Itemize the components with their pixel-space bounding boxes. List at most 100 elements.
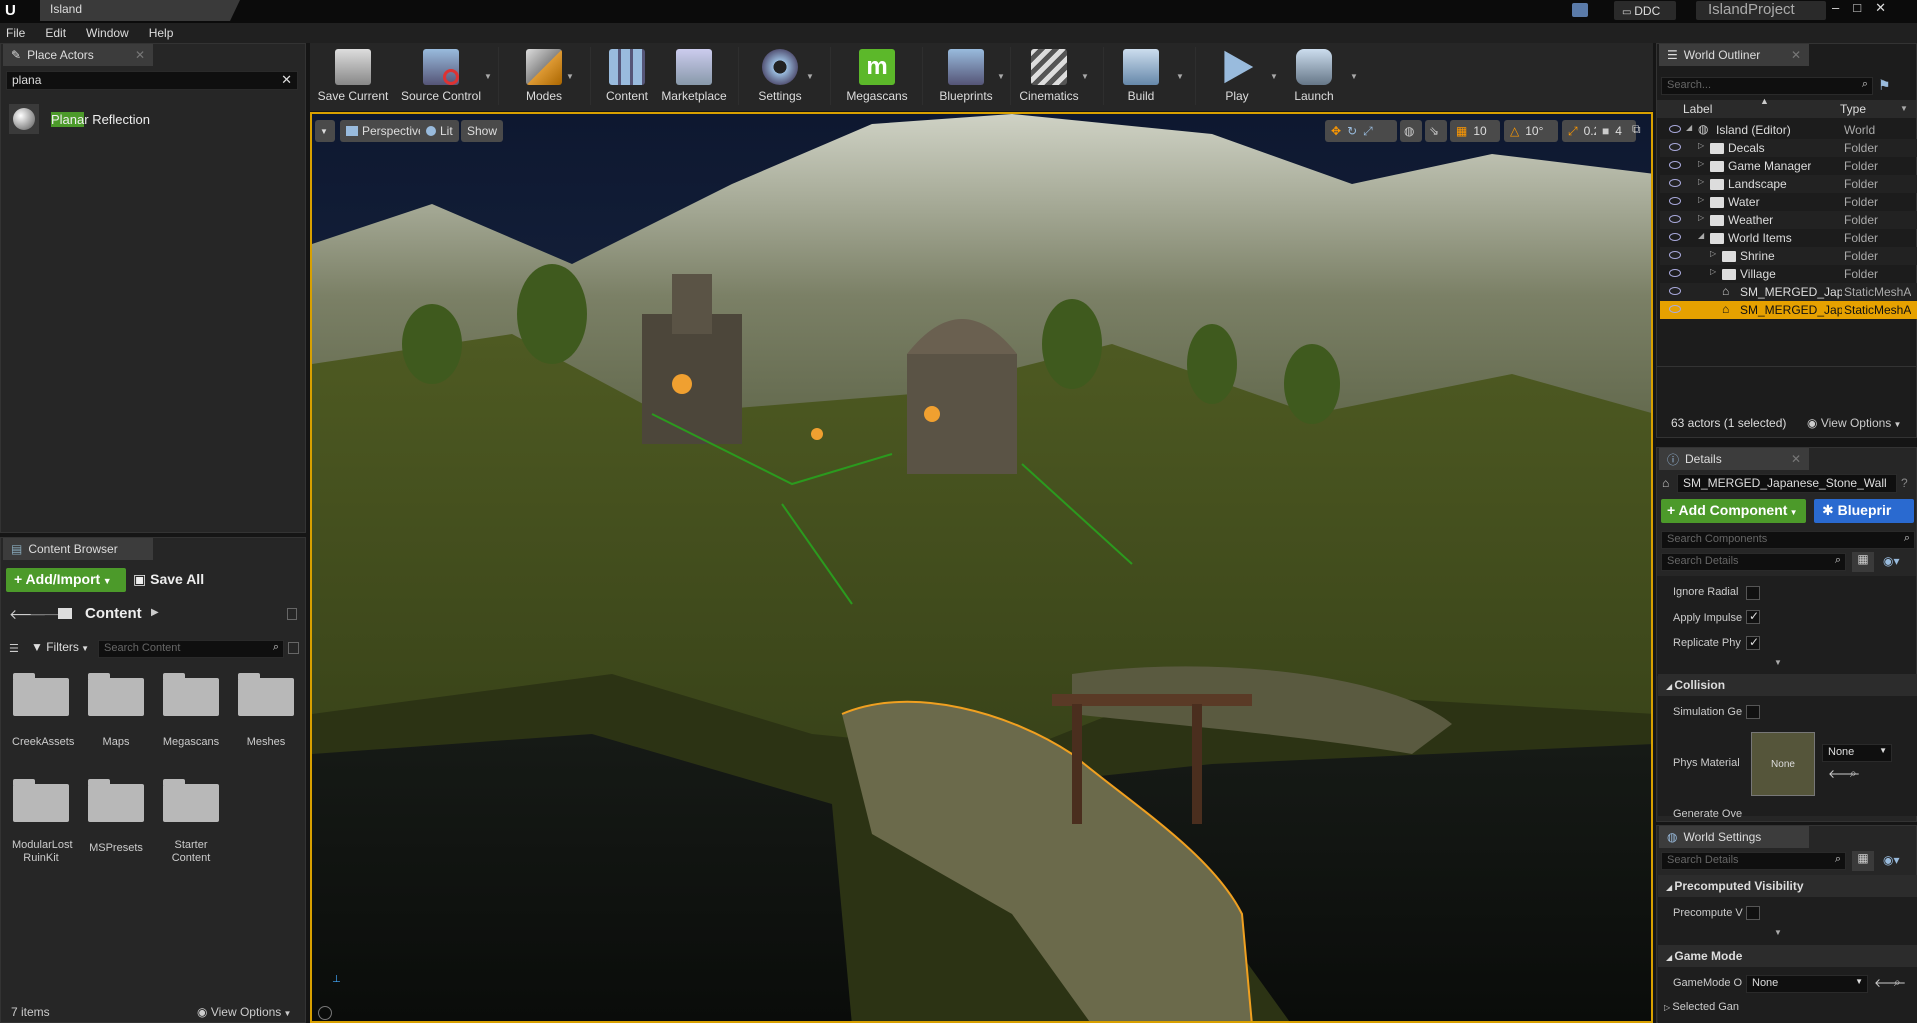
ddc-button[interactable]: ▭ DDC [1614, 1, 1676, 20]
gamemode-override-dropdown[interactable]: None ▼ [1746, 975, 1868, 993]
save-current-button[interactable]: Save Current [316, 47, 390, 107]
launch-dropdown-icon[interactable]: ▼ [1350, 72, 1358, 81]
precompute-visibility-checkbox[interactable] [1746, 906, 1760, 920]
settings-dropdown-icon[interactable]: ▼ [806, 72, 814, 81]
outliner-row[interactable]: ▷ Village Folder [1660, 265, 1917, 283]
menu-edit[interactable]: Edit [45, 26, 66, 40]
expand-arrow-icon[interactable]: ▷ [1698, 141, 1704, 150]
add-import-button[interactable]: + Add/Import ▼ [6, 568, 126, 592]
visibility-eye-icon[interactable] [1669, 305, 1681, 313]
cinematics-button[interactable]: Cinematics [1012, 47, 1086, 107]
scale-icon[interactable]: ⤢ [1363, 124, 1373, 139]
expand-arrow-icon[interactable]: ▼ [1774, 928, 1782, 937]
megascans-button[interactable]: m Megascans [840, 47, 914, 107]
content-search-input[interactable]: Search Content ⌕ [98, 640, 284, 658]
property-matrix-icon[interactable]: ▦ [1852, 851, 1874, 871]
menu-file[interactable]: File [6, 26, 25, 40]
window-controls[interactable]: –□✕ [1832, 0, 1900, 16]
path-chevron-icon[interactable]: ▶ [151, 607, 159, 618]
help-icon[interactable]: ? [1901, 476, 1908, 490]
visibility-eye-icon[interactable]: ◉▾ [1883, 554, 1900, 568]
viewport-options-button[interactable]: ▼ [315, 120, 335, 142]
folder-meshes[interactable]: Meshes [237, 673, 295, 748]
content-browser-tab[interactable]: ▤ Content Browser [3, 538, 153, 560]
close-tab-icon[interactable]: ✕ [1791, 48, 1801, 62]
rotation-snap-button[interactable]: △ 10° [1504, 120, 1558, 142]
folder-creekassets[interactable]: CreekAssets [12, 673, 74, 748]
grid-snap-button[interactable]: ▦ 10 [1450, 120, 1500, 142]
world-settings-tab[interactable]: ◍ World Settings [1659, 826, 1809, 848]
blueprints-button[interactable]: Blueprints [929, 47, 1003, 107]
phys-material-dropdown[interactable]: None ▼ [1822, 744, 1892, 762]
level-tab[interactable]: Island [40, 0, 240, 21]
outliner-row[interactable]: ▷ Water Folder [1660, 193, 1917, 211]
add-component-button[interactable]: + Add Component ▼ [1661, 499, 1806, 523]
label-column-header[interactable]: Label [1683, 102, 1712, 116]
lock-icon[interactable] [287, 608, 297, 620]
clear-search-icon[interactable]: ✕ [281, 72, 292, 88]
browse-search-icon[interactable]: ⌕ [1894, 975, 1901, 990]
game-mode-category[interactable]: ◢ Game Mode [1658, 945, 1917, 967]
search-components-input[interactable]: Search Components ⌕ [1661, 531, 1915, 549]
rotate-icon[interactable]: ↻ [1347, 124, 1357, 138]
world-outliner-tab[interactable]: ☰ World Outliner ✕ [1659, 44, 1809, 66]
world-search-details-input[interactable]: Search Details ⌕ [1661, 852, 1846, 870]
close-tab-icon[interactable]: ✕ [1791, 452, 1801, 466]
outliner-row[interactable]: ▷ Landscape Folder [1660, 175, 1917, 193]
perspective-button[interactable]: Perspective [340, 120, 431, 142]
expand-arrow-icon[interactable]: ▷ [1698, 195, 1704, 204]
folder-mspresets[interactable]: MSPresets [87, 779, 145, 854]
simulation-generates-checkbox[interactable] [1746, 705, 1760, 719]
save-search-icon[interactable] [288, 642, 299, 654]
notification-icon[interactable] [1572, 3, 1588, 17]
outliner-row[interactable]: ⌂ SM_MERGED_Japa StaticMeshA [1660, 301, 1917, 319]
expand-arrow-icon[interactable]: ◢ [1686, 123, 1692, 132]
expand-arrow-icon[interactable]: ▷ [1698, 213, 1704, 222]
replicate-physics-checkbox[interactable] [1746, 635, 1760, 650]
show-button[interactable]: Show [461, 120, 504, 142]
outliner-row[interactable]: ◢ World Items Folder [1660, 229, 1917, 247]
folder-megascans[interactable]: Megascans [162, 673, 220, 748]
launch-button[interactable]: Launch [1277, 47, 1351, 107]
sources-toggle-icon[interactable]: ☰ [9, 642, 19, 655]
maximize-icon[interactable]: □ [1853, 0, 1875, 15]
outliner-row[interactable]: ▷ Game Manager Folder [1660, 157, 1917, 175]
help-icon[interactable] [318, 1006, 332, 1020]
dropdown-icon[interactable]: ▼ [1900, 104, 1908, 113]
camera-speed-button[interactable]: ■ 4 [1596, 120, 1636, 142]
view-options-button[interactable]: ◉ View Options ▼ [197, 1005, 291, 1019]
actor-name-field[interactable]: SM_MERGED_Japanese_Stone_Wall [1677, 474, 1897, 493]
outliner-row[interactable]: ▷ Decals Folder [1660, 139, 1917, 157]
apply-impulse-checkbox[interactable] [1746, 609, 1760, 624]
close-tab-icon[interactable]: ✕ [135, 48, 145, 62]
content-path[interactable]: Content [85, 605, 142, 622]
outliner-row[interactable]: ▷ Weather Folder [1660, 211, 1917, 229]
close-icon[interactable]: ✕ [1875, 0, 1900, 15]
menu-window[interactable]: Window [86, 26, 129, 40]
blueprint-button[interactable]: ✱ Blueprir [1814, 499, 1914, 523]
phys-material-thumbnail[interactable]: None [1751, 732, 1815, 796]
filters-button[interactable]: ▼ Filters ▼ [31, 640, 89, 654]
actor-result-planar-reflection[interactable]: Planar Reflection [9, 104, 299, 134]
build-dropdown-icon[interactable]: ▼ [1176, 72, 1184, 81]
lit-button[interactable]: Lit [420, 120, 459, 142]
marketplace-button[interactable]: Marketplace [657, 47, 731, 107]
source-control-dropdown-icon[interactable]: ▼ [484, 72, 492, 81]
save-all-button[interactable]: ▣ Save All [133, 571, 204, 588]
outliner-search-input[interactable]: Search... ⌕ [1661, 77, 1873, 95]
source-control-button[interactable]: Source Control [396, 47, 486, 107]
use-selected-arrow-icon[interactable]: 🡐 [1874, 975, 1906, 990]
visibility-eye-icon[interactable] [1669, 125, 1681, 133]
expand-arrow-icon[interactable]: ◢ [1698, 231, 1704, 240]
ignore-radial-checkbox[interactable] [1746, 586, 1760, 600]
visibility-eye-icon[interactable] [1669, 197, 1681, 205]
modes-dropdown-icon[interactable]: ▼ [566, 72, 574, 81]
folder-modularlostruinkit[interactable]: ModularLost RuinKit [12, 779, 73, 865]
visibility-eye-icon[interactable] [1669, 161, 1681, 169]
visibility-eye-icon[interactable] [1669, 269, 1681, 277]
maximize-viewport-icon[interactable]: ⧉ [1632, 122, 1641, 137]
folder-starter-content[interactable]: Starter Content [162, 779, 220, 865]
level-viewport[interactable]: ▼ Perspective Lit Show ✥ ↻ ⤢ ◍ ⇘ ▦ 10 △ 10° … [310, 112, 1653, 1023]
property-matrix-icon[interactable]: ▦ [1852, 552, 1874, 572]
visibility-eye-icon[interactable]: ◉▾ [1883, 853, 1900, 867]
